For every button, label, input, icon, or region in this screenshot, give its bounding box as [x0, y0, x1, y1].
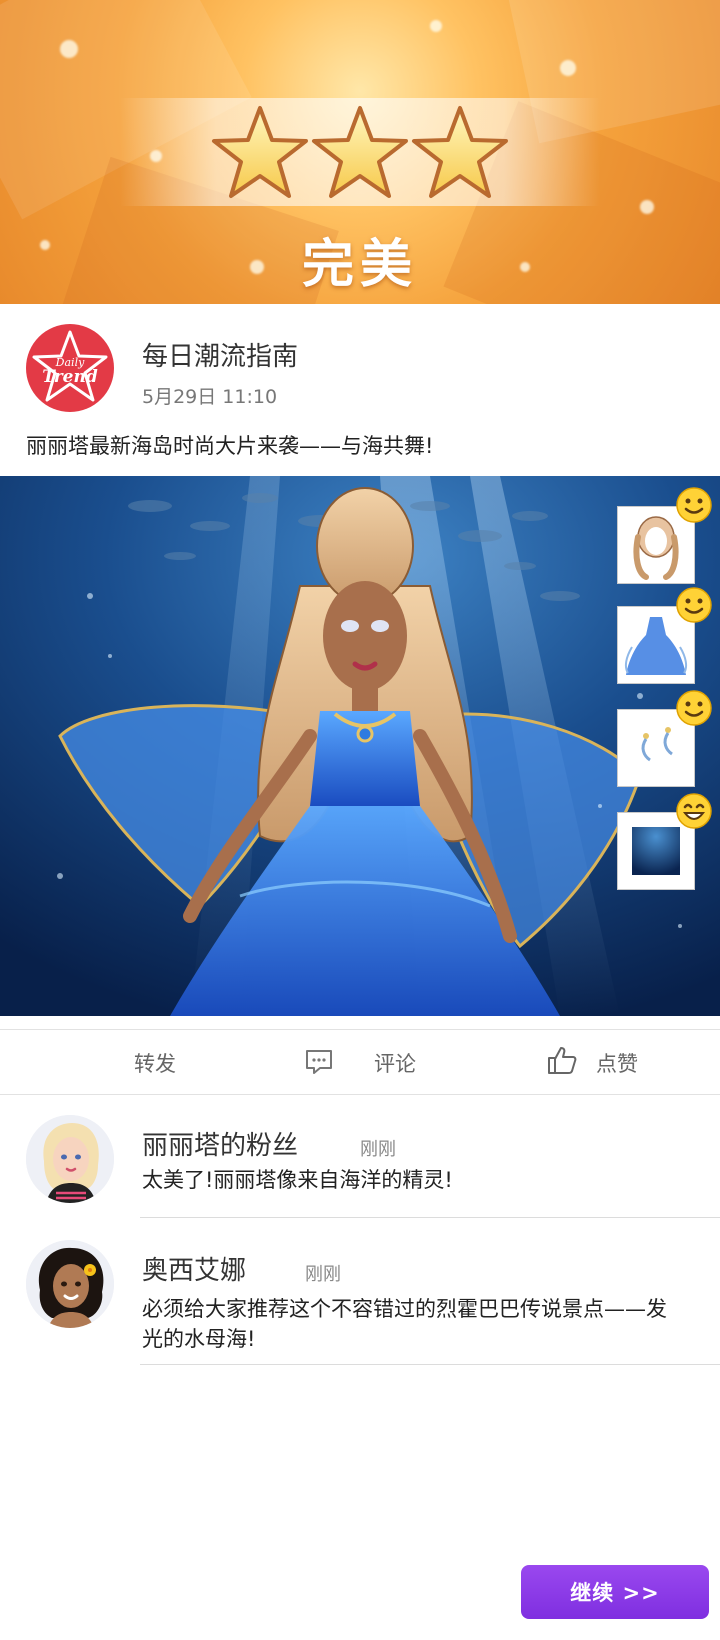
comment-label: 评论 [374, 1052, 416, 1076]
post-header: Daily Trend 每日潮流指南 5月29日 11:10 丽丽塔最新海岛时尚… [0, 304, 720, 464]
star-icon [412, 106, 508, 198]
svg-text:Trend: Trend [42, 367, 98, 387]
rating-label: 完美 [301, 235, 418, 295]
share-label: 转发 [134, 1052, 176, 1076]
comment-icon [306, 1050, 332, 1074]
post-date: 5月29日 11:10 [142, 386, 278, 408]
daily-trend-logo-icon: Daily Trend [32, 330, 108, 402]
sparkle [640, 200, 654, 214]
grin-emoji-icon [676, 793, 712, 829]
sparkle [430, 20, 442, 32]
comment-item: 丽丽塔的粉丝 刚刚 太美了!丽丽塔像来自海洋的精灵! [0, 1093, 720, 1218]
comment-time: 刚刚 [305, 1264, 341, 1285]
like-button[interactable]: 点赞 [540, 1030, 680, 1094]
comment-text: 太美了!丽丽塔像来自海洋的精灵! [142, 1168, 453, 1192]
curly-hair-girl-avatar-icon [26, 1240, 114, 1328]
comment-item: 奥西艾娜 刚刚 必须给大家推荐这个不容错过的烈霍巴巴传说景点——发光的水母海! [0, 1218, 720, 1368]
comment-text: 必须给大家推荐这个不容错过的烈霍巴巴传说景点——发光的水母海! [142, 1297, 667, 1351]
blonde-girl-avatar-icon [26, 1115, 114, 1203]
star-icon [312, 106, 408, 198]
smile-emoji-icon [676, 690, 712, 726]
commenter-name: 奥西艾娜 [142, 1256, 247, 1286]
result-banner: 完美 [0, 0, 720, 304]
commenter-name: 丽丽塔的粉丝 [142, 1131, 299, 1161]
brand-logo[interactable]: Daily Trend [26, 324, 114, 412]
smile-emoji-icon [676, 487, 712, 523]
commenter-avatar[interactable] [26, 1115, 114, 1203]
sparkle [60, 40, 78, 58]
underwater-scene-image [0, 476, 720, 1016]
post-caption: 丽丽塔最新海岛时尚大片来袭——与海共舞! [26, 434, 434, 458]
sparkle [560, 60, 576, 76]
thumbs-up-icon [548, 1047, 577, 1074]
comment-button[interactable]: 评论 [290, 1030, 450, 1094]
outfit-photo [0, 476, 720, 1016]
comment-time: 刚刚 [360, 1139, 396, 1160]
share-button[interactable]: 转发 [90, 1030, 230, 1094]
continue-button[interactable]: 继续 >> [521, 1565, 709, 1619]
commenter-avatar[interactable] [26, 1240, 114, 1328]
star-icon [212, 106, 308, 198]
like-label: 点赞 [596, 1052, 638, 1076]
smile-emoji-icon [676, 587, 712, 623]
post-action-bar: 转发 评论 点赞 [0, 1029, 720, 1095]
comment-divider [140, 1364, 720, 1365]
post-author: 每日潮流指南 [142, 342, 299, 372]
